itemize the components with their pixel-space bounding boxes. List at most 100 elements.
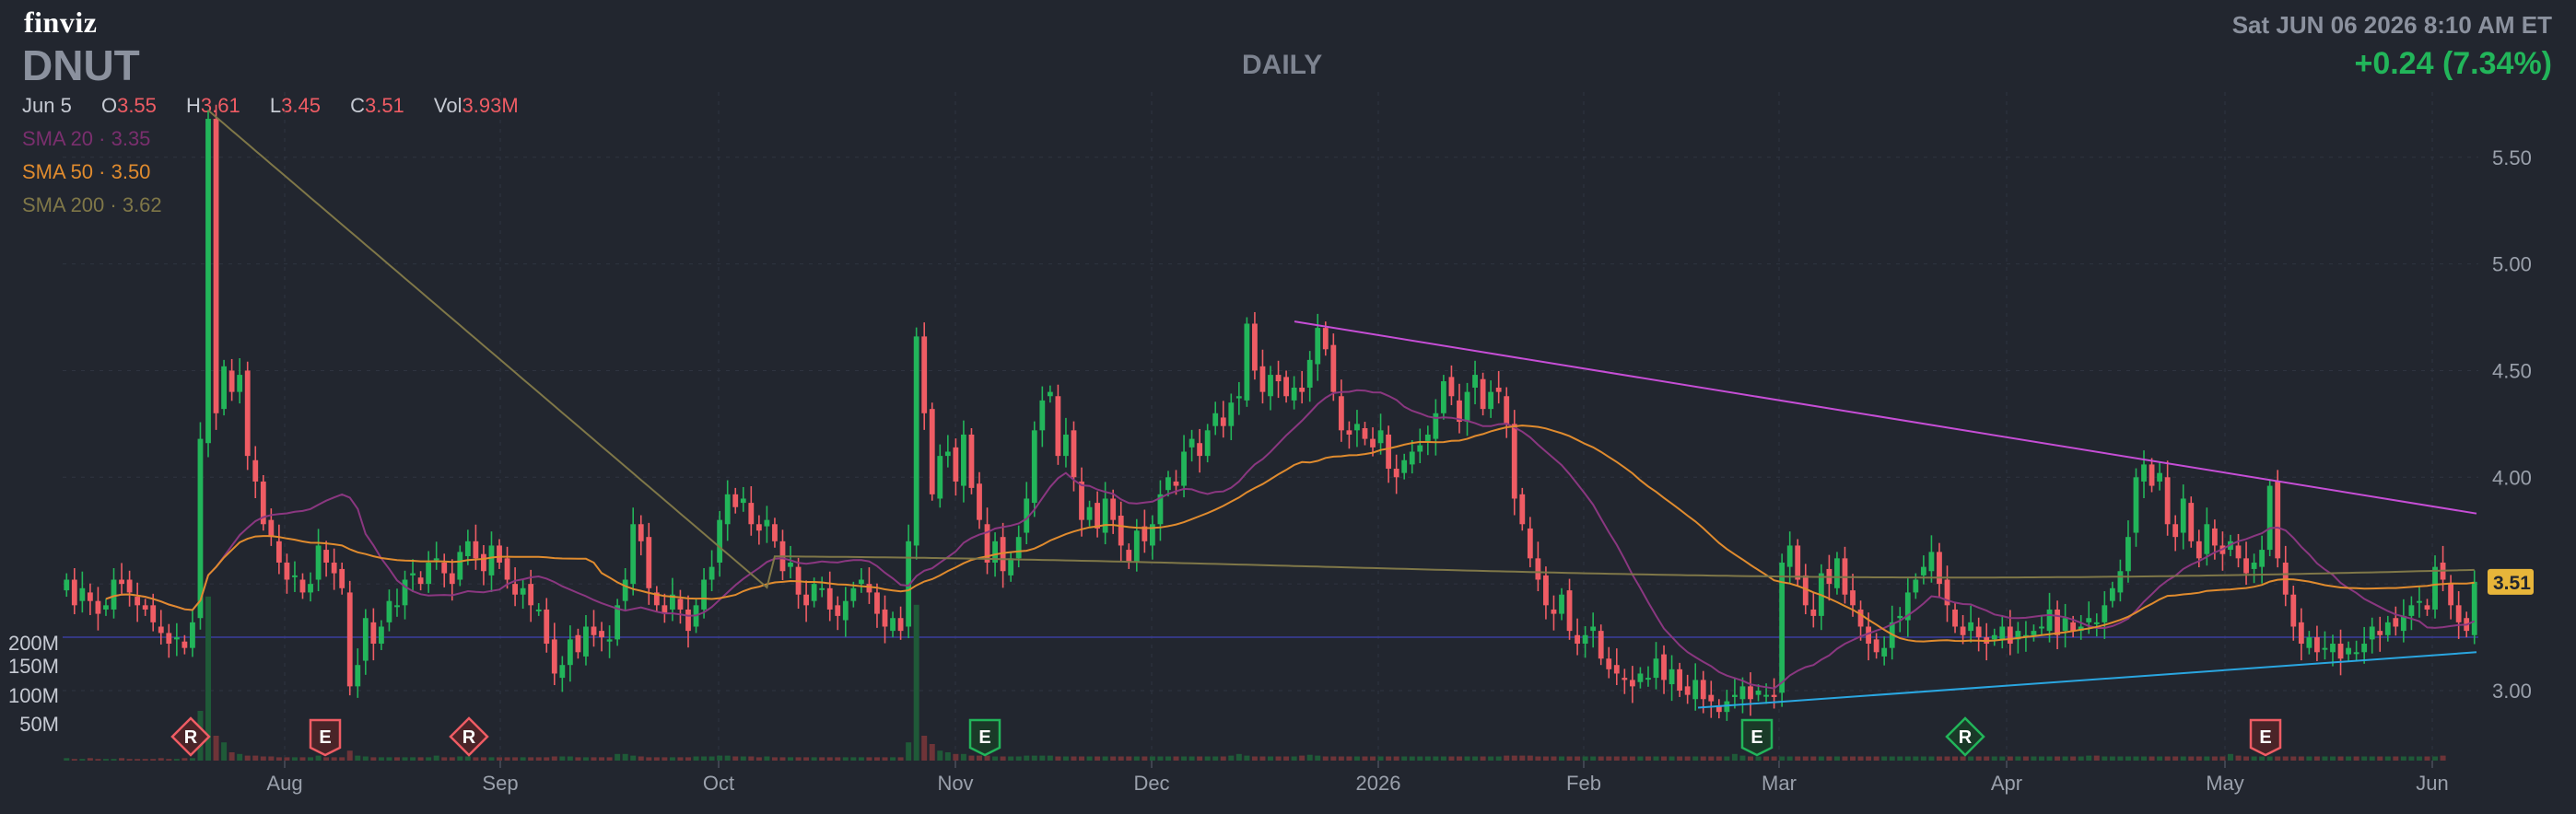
candle-body	[1755, 691, 1762, 695]
candle-body	[921, 336, 928, 413]
volume-bar	[1173, 756, 1179, 761]
volume-bar	[497, 757, 502, 761]
volume-bar	[850, 757, 857, 761]
candle-body	[2290, 594, 2297, 627]
candle-body	[71, 579, 77, 606]
volume-tick-label: 200M	[8, 632, 59, 655]
candle-body	[1857, 609, 1864, 627]
volume-bar	[2031, 756, 2037, 761]
volume-bar	[1920, 756, 1926, 761]
candle-body	[583, 626, 589, 657]
volume-bar	[1684, 756, 1691, 761]
candle-body	[622, 579, 628, 601]
candle-body	[1991, 634, 1997, 640]
price-tick-label: 4.00	[2492, 466, 2532, 489]
volume-bar	[520, 757, 526, 761]
candle-body	[1519, 494, 1526, 525]
volume-bar	[111, 759, 117, 761]
volume-bar	[1661, 756, 1668, 761]
candle-body	[2235, 545, 2242, 559]
volume-bar	[102, 759, 109, 761]
candles	[64, 104, 2477, 721]
x-tick-label: May	[2206, 772, 2244, 795]
volume-bar	[764, 756, 770, 761]
volume-bar	[1857, 756, 1864, 761]
candle-body	[1897, 615, 1903, 619]
candle-body	[1495, 387, 1502, 392]
volume-bar	[1480, 756, 1486, 761]
candle-body	[252, 459, 259, 482]
volume-bar	[1110, 756, 1117, 761]
event-marker-R: R	[1945, 716, 1985, 757]
candle-body	[1015, 537, 1022, 559]
volume-bar	[480, 757, 486, 761]
candle-body	[1220, 417, 1226, 426]
volume-bar	[1960, 756, 1966, 761]
candle-body	[858, 579, 864, 585]
sma20-line	[105, 389, 2476, 690]
candle-body	[528, 584, 534, 606]
candle-body	[1401, 459, 1408, 473]
volume-bar	[1165, 756, 1171, 761]
volume-bar	[71, 759, 77, 761]
event-marker-E: E	[2249, 718, 2282, 757]
candle-body	[1763, 694, 1769, 697]
volume-bar	[2361, 756, 2368, 761]
volume-bar	[1755, 756, 1762, 761]
volume-bar	[1818, 756, 1824, 761]
candle-body	[1086, 506, 1093, 520]
candle-body	[1133, 530, 1140, 563]
last-price-label: 3.51	[2493, 573, 2531, 594]
volume-bar	[1559, 756, 1564, 761]
volume-bar	[1055, 756, 1061, 761]
volume-bar	[2172, 756, 2179, 761]
volume-bar	[2102, 756, 2108, 761]
candle-body	[402, 579, 408, 606]
volume-bar	[1370, 756, 1376, 761]
candle-body	[1417, 445, 1423, 452]
price-chart[interactable]: 3.003.504.004.505.005.503.51200M150M100M…	[0, 0, 2576, 814]
volume-bar	[748, 756, 755, 761]
candle-body	[370, 622, 377, 645]
volume-bar	[1724, 756, 1730, 761]
volume-bar	[2337, 756, 2344, 761]
candle-body	[339, 568, 345, 588]
volume-bar	[1188, 756, 1195, 761]
volume-bar	[2235, 755, 2242, 761]
candle-body	[197, 438, 204, 619]
candle-body	[2408, 605, 2415, 616]
candle-body	[1566, 590, 1573, 632]
volume-bar	[937, 750, 943, 761]
volume-bar	[158, 758, 164, 761]
volume-bar	[449, 757, 455, 761]
candle-body	[1095, 503, 1101, 529]
volume-bar	[1315, 755, 1321, 761]
candle-body	[2125, 537, 2131, 572]
volume-bar	[393, 757, 400, 761]
volume-bar	[779, 757, 786, 761]
candle-body	[732, 494, 739, 507]
candle-body	[410, 573, 416, 576]
candle-body	[1952, 609, 1958, 627]
volume-bar	[291, 757, 298, 761]
volume-bar	[402, 757, 408, 761]
candle-body	[591, 626, 597, 635]
price-tick-label: 5.00	[2492, 253, 2532, 276]
volume-bar	[1535, 756, 1541, 761]
volume-bar	[355, 755, 361, 761]
candle-body	[1440, 381, 1446, 413]
volume-bar	[701, 756, 708, 761]
marker-label: E	[2259, 727, 2271, 748]
volume-bar	[221, 742, 228, 761]
x-tick-label: Jun	[2416, 772, 2448, 795]
volume-bar	[771, 757, 778, 761]
candle-body	[2393, 618, 2399, 627]
candle-body	[2102, 605, 2108, 622]
candle-body	[953, 447, 959, 482]
volume-bar	[1677, 756, 1683, 761]
candle-body	[1291, 387, 1297, 401]
volume-bar	[960, 753, 966, 761]
candle-body	[1338, 396, 1344, 431]
candle-body	[520, 587, 526, 595]
candle-body	[205, 119, 211, 444]
